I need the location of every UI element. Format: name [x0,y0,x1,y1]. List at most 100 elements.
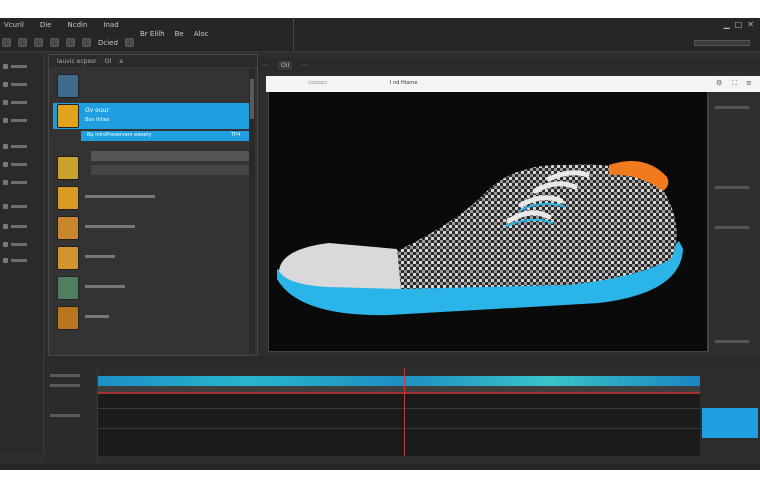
viewer-tab[interactable] [302,64,309,66]
fullscreen-icon[interactable]: ⛶ [732,79,737,88]
maximize-icon[interactable]: □ [735,20,743,29]
inspector-row[interactable] [715,106,749,109]
media-item-selected[interactable]: Ov ouur Bov ihhes [53,103,249,129]
media-item[interactable] [53,215,249,241]
rail-item[interactable] [3,258,27,263]
media-thumbnail [57,306,79,330]
toolbar-labels: Br Elilh Be Aloc [140,30,209,38]
inspector-row[interactable] [715,340,749,343]
close-icon[interactable]: ✕ [747,20,754,29]
tool-button[interactable] [34,38,43,47]
tool-button[interactable] [2,38,11,47]
menu-item-1[interactable]: Vcuril [4,21,24,29]
minimize-icon[interactable]: ▁ [724,20,730,29]
media-item[interactable] [53,305,249,331]
media-title [85,255,115,258]
media-title [85,225,135,228]
inspector-row[interactable] [715,226,749,229]
tool-icon [3,144,8,149]
playhead[interactable] [404,368,405,464]
settings-icon[interactable]: ⚙ [716,79,722,87]
viewer-tab[interactable]: OII [278,60,293,70]
inspector-row[interactable] [715,186,749,189]
media-title [85,285,125,288]
tool-icon [3,162,8,167]
more-icon[interactable]: ≡ [746,79,752,87]
tool-label: Dcied [98,38,118,47]
timeline-area[interactable] [98,368,700,464]
tool-strip: Dcied [2,38,134,47]
toolbar-label-1[interactable]: Br Elilh [140,30,165,38]
browser-tab[interactable]: a [119,58,123,65]
track-header[interactable] [50,374,80,377]
media-title [85,315,109,318]
media-thumbnail [57,74,79,98]
browser-scrollbar[interactable] [249,69,255,353]
rail-item[interactable] [3,64,27,69]
track-header[interactable] [50,414,80,417]
media-item[interactable] [53,185,249,211]
video-clip-track[interactable] [98,376,700,386]
tool-button[interactable] [66,38,75,47]
media-item[interactable] [53,73,249,99]
menu-item-4[interactable]: Inad [103,21,118,29]
browser-tabs: Iauvic ecpesr OI a [49,55,257,67]
rail-item[interactable] [3,144,27,149]
preview-viewer[interactable] [268,80,708,352]
browser-tab[interactable]: OI [105,58,112,65]
viewer-toolbar-text: I nd Hiarne [390,80,418,86]
rail-label [11,205,27,208]
media-item[interactable] [53,275,249,301]
inspector-panel [708,96,760,352]
media-subtitle: Bov ihhes [85,117,110,123]
media-browser-panel: Iauvic ecpesr OI a Ov ouur Bov ihhes Bp … [48,54,258,356]
viewer-toolbar-label[interactable]: ▭▭▭▭ [308,80,327,86]
menu-item-2[interactable]: Die [40,21,52,29]
scrollbar-thumb[interactable] [250,79,254,119]
rail-label [11,243,27,246]
tool-button[interactable] [124,38,134,47]
timeline-scrollbar[interactable] [98,456,700,464]
tool-icon [3,204,8,209]
menu-item-3[interactable]: Ncdin [68,21,88,29]
timeline-header [44,356,760,368]
rail-label [11,101,27,104]
tool-button[interactable] [82,38,91,47]
toolbar-label-3[interactable]: Aloc [194,30,209,38]
tool-icon [3,242,8,247]
left-tool-rail [0,54,44,454]
rail-item[interactable] [3,180,27,185]
toolbar-label-2[interactable]: Be [175,30,184,38]
track-header[interactable] [50,384,80,387]
media-item[interactable] [53,245,249,271]
rail-item[interactable] [3,224,27,229]
media-thumbnail [57,216,79,240]
track-headers [44,368,98,464]
selected-clip-panel[interactable] [702,408,758,438]
rail-item[interactable] [3,162,27,167]
media-thumbnail [57,186,79,210]
tool-icon [3,82,8,87]
tool-button[interactable] [50,38,59,47]
media-thumbnail [57,246,79,270]
rail-item[interactable] [3,82,27,87]
browser-tab[interactable]: Iauvic ecpesr [57,58,97,65]
rail-label [11,65,27,68]
zoom-slider[interactable] [694,40,750,46]
rail-label [11,145,27,148]
rail-item[interactable] [3,100,27,105]
rail-item[interactable] [3,118,27,123]
toolbar-divider [293,18,294,52]
viewer-tab[interactable] [262,64,268,66]
menu-bar: Vcuril Die Ncdin Inad Dcied Br Elilh Be … [0,18,760,52]
selected-detail-row[interactable]: Bp lnlroPreservers eeeety TP4 [81,131,249,141]
tool-icon [3,258,8,263]
media-title [85,195,155,198]
rail-item[interactable] [3,242,27,247]
rail-item[interactable] [3,204,27,209]
timeline-ruler[interactable] [98,368,700,376]
tool-button[interactable] [18,38,27,47]
empty-track[interactable] [98,394,700,456]
media-item[interactable] [53,155,249,181]
tool-icon [3,118,8,123]
